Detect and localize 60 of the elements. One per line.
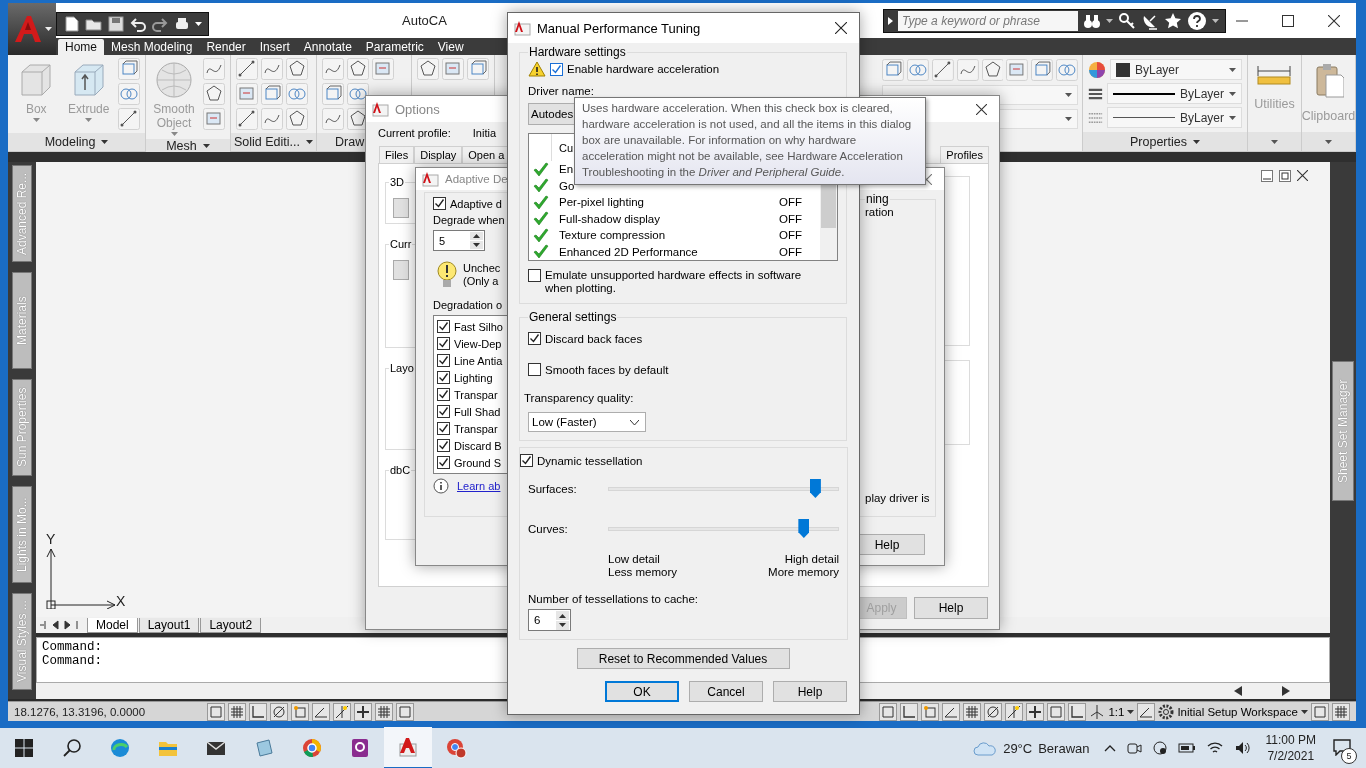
slider-caption: Less memory bbox=[608, 566, 678, 579]
list-item: Texture compression bbox=[559, 229, 666, 242]
checkbox-label: Emulate unsupported hardware effects in software when plotting. bbox=[545, 269, 803, 295]
field-label: Current profile: bbox=[378, 127, 451, 139]
list-item: Full-shadow display bbox=[559, 212, 660, 225]
note-text: (Only a bbox=[463, 275, 500, 288]
group-title: ning bbox=[865, 192, 890, 206]
field-label: Number of tessellations to cache: bbox=[528, 593, 699, 605]
field-label: Curves: bbox=[528, 523, 569, 535]
checkbox-label: Transpar bbox=[454, 388, 498, 401]
checkbox-label: Adaptive d bbox=[450, 197, 502, 210]
coordinates: 18.1276, 13.3196, 0.0000 bbox=[14, 705, 147, 718]
checkbox-label: Lighting bbox=[454, 371, 493, 384]
checkbox-label: Ground S bbox=[454, 456, 502, 469]
slider-caption: Low detail bbox=[608, 553, 661, 566]
group-title: Layo bbox=[389, 362, 415, 374]
window-title: Adaptive De bbox=[445, 173, 508, 185]
group-title: General settings bbox=[528, 310, 618, 324]
group-title: Hardware settings bbox=[528, 45, 627, 59]
checkbox-label: Dynamic tessellation bbox=[537, 454, 643, 467]
checkbox-label: Discard back faces bbox=[545, 332, 643, 345]
group-title: 3D bbox=[389, 176, 406, 188]
checkbox-label: Transpar bbox=[454, 422, 498, 435]
checkbox-label: Full Shad bbox=[454, 405, 501, 418]
list-value: OFF bbox=[779, 196, 802, 209]
group-title: dbC bbox=[389, 464, 412, 476]
slider-caption: High detail bbox=[784, 553, 839, 566]
field-label: Driver name: bbox=[528, 85, 594, 97]
axis-label: X bbox=[116, 593, 126, 609]
list-item: En bbox=[559, 163, 574, 176]
axis-label: Y bbox=[46, 531, 56, 547]
checkbox-label: Discard B bbox=[454, 439, 502, 452]
checkbox-label: Enable hardware acceleration bbox=[567, 63, 720, 75]
notification-badge: 5 bbox=[1341, 747, 1357, 764]
list-item: Go bbox=[559, 179, 575, 192]
checkbox-label: View-Dep bbox=[454, 337, 502, 350]
checkbox-label: Fast Silho bbox=[454, 320, 503, 333]
window-title: AutoCA bbox=[402, 13, 447, 28]
command-line: Command: bbox=[42, 640, 102, 654]
tooltip: Uses hardware acceleration. When this check box is cleared, hardware acceleration is not used, and all the items in this dialog box are unavailable. For information on why hardware acceleration might not be available, see Hardware Acceleration Troubleshooting in the Driver and Peripheral Guide. bbox=[574, 97, 926, 185]
group-title: Curr bbox=[389, 238, 413, 250]
list-value: OFF bbox=[779, 245, 802, 258]
checkbox-label: Line Antia bbox=[454, 354, 503, 367]
field-label: Degrade when bbox=[433, 214, 505, 226]
list-value: OFF bbox=[779, 212, 802, 225]
field-label: Degradation o bbox=[433, 299, 503, 311]
window-title: Manual Performance Tuning bbox=[537, 20, 701, 36]
info-text: play driver is bbox=[865, 492, 930, 504]
window-title: Options bbox=[395, 101, 440, 117]
slider-caption: More memory bbox=[768, 566, 839, 579]
list-item: Enhanced 2D Performance bbox=[559, 245, 698, 258]
profile-name: Initia bbox=[472, 127, 496, 139]
list-item: Per-pixel lighting bbox=[559, 196, 644, 209]
checkbox-label: Smooth faces by default bbox=[545, 363, 669, 376]
note-text: Unchec bbox=[463, 262, 501, 275]
command-line: Command: bbox=[42, 654, 102, 668]
field-label: Surfaces: bbox=[528, 483, 578, 495]
field-label: Transparency quality: bbox=[524, 392, 634, 404]
info-text: ration bbox=[865, 206, 894, 218]
list-value: OFF bbox=[779, 229, 802, 242]
